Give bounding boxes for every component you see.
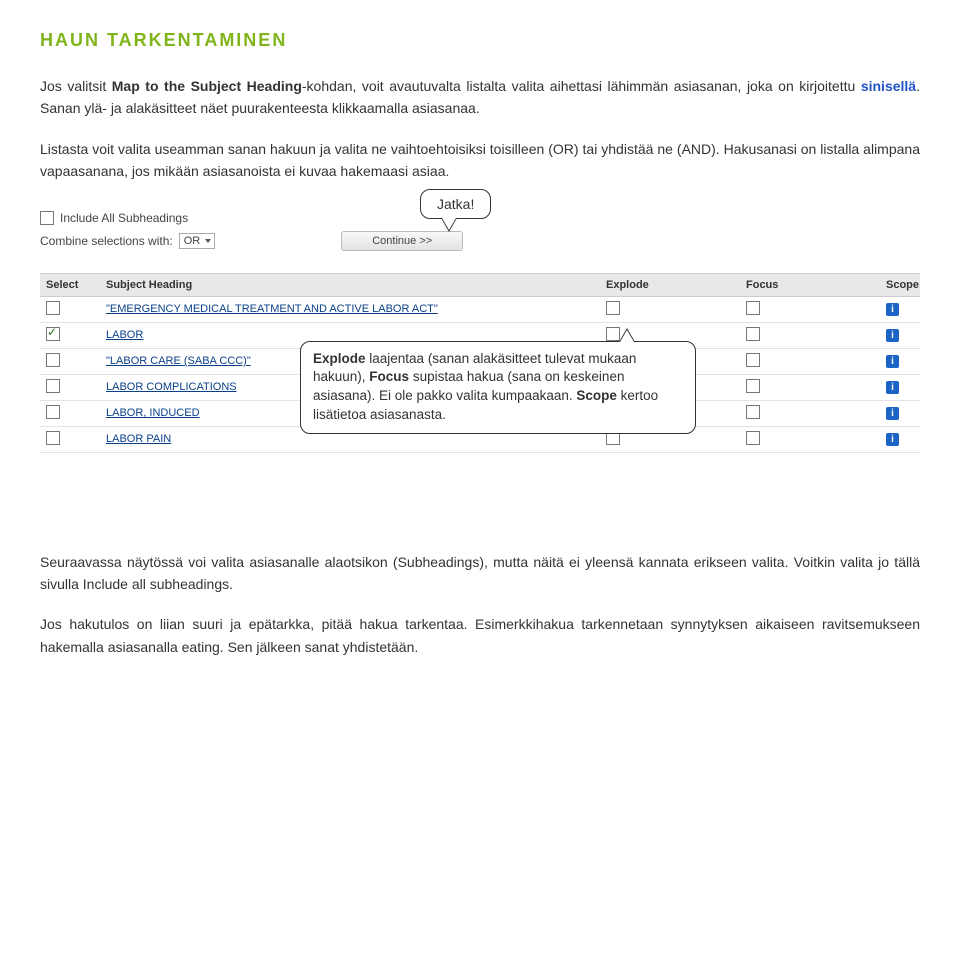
p1-bold1: Map to the Subject Heading [112, 78, 302, 94]
row-select-checkbox[interactable] [46, 301, 60, 315]
th-scope: Scope [886, 279, 946, 291]
callout-jatka: Jatka! [420, 189, 491, 219]
th-focus: Focus [746, 279, 886, 291]
row-explode-checkbox[interactable] [606, 327, 620, 341]
info-icon[interactable]: i [886, 381, 899, 394]
continue-button[interactable]: Continue >> [341, 231, 463, 251]
th-subject: Subject Heading [106, 279, 606, 291]
info-icon[interactable]: i [886, 329, 899, 342]
row-label[interactable]: LABOR PAIN [106, 433, 606, 445]
row-select-checkbox[interactable] [46, 379, 60, 393]
c2-b3: Scope [576, 388, 617, 403]
paragraph-4: Jos hakutulos on liian suuri ja epätarkk… [40, 613, 920, 658]
combine-select[interactable]: OR [179, 233, 216, 249]
combine-label: Combine selections with: [40, 234, 173, 248]
row-focus-checkbox[interactable] [746, 353, 760, 367]
info-icon[interactable]: i [886, 355, 899, 368]
info-icon[interactable]: i [886, 407, 899, 420]
c2-b2: Focus [369, 369, 409, 384]
row-select-checkbox[interactable] [46, 353, 60, 367]
row-focus-checkbox[interactable] [746, 327, 760, 341]
row-label[interactable]: LABOR [106, 329, 606, 341]
row-focus-checkbox[interactable] [746, 301, 760, 315]
include-all-checkbox[interactable] [40, 211, 54, 225]
row-select-checkbox[interactable] [46, 405, 60, 419]
include-all-label: Include All Subheadings [60, 211, 188, 225]
table-header: Select Subject Heading Explode Focus Sco… [40, 273, 920, 297]
row-select-checkbox[interactable] [46, 327, 60, 341]
paragraph-3: Seuraavassa näytössä voi valita asiasana… [40, 551, 920, 596]
callout-explode-focus: Explode laajentaa (sanan alakäsitteet tu… [300, 341, 696, 435]
info-icon[interactable]: i [886, 303, 899, 316]
paragraph-1: Jos valitsit Map to the Subject Heading-… [40, 75, 920, 120]
row-explode-checkbox[interactable] [606, 301, 620, 315]
paragraph-2: Listasta voit valita useamman sanan haku… [40, 138, 920, 183]
th-select: Select [46, 279, 106, 291]
p1-blue1: sinisellä [861, 78, 916, 94]
row-focus-checkbox[interactable] [746, 405, 760, 419]
page-title: HAUN TARKENTAMINEN [40, 30, 920, 51]
c2-b1: Explode [313, 351, 366, 366]
table-row: "EMERGENCY MEDICAL TREATMENT AND ACTIVE … [40, 297, 920, 323]
p1-text2: -kohdan, voit avautuvalta listalta valit… [302, 78, 861, 94]
p1-text1: Jos valitsit [40, 78, 112, 94]
row-select-checkbox[interactable] [46, 431, 60, 445]
embedded-screenshot: Include All Subheadings Combine selectio… [40, 211, 920, 511]
info-icon[interactable]: i [886, 433, 899, 446]
row-label[interactable]: "EMERGENCY MEDICAL TREATMENT AND ACTIVE … [106, 303, 606, 315]
row-focus-checkbox[interactable] [746, 431, 760, 445]
th-explode: Explode [606, 279, 746, 291]
row-focus-checkbox[interactable] [746, 379, 760, 393]
